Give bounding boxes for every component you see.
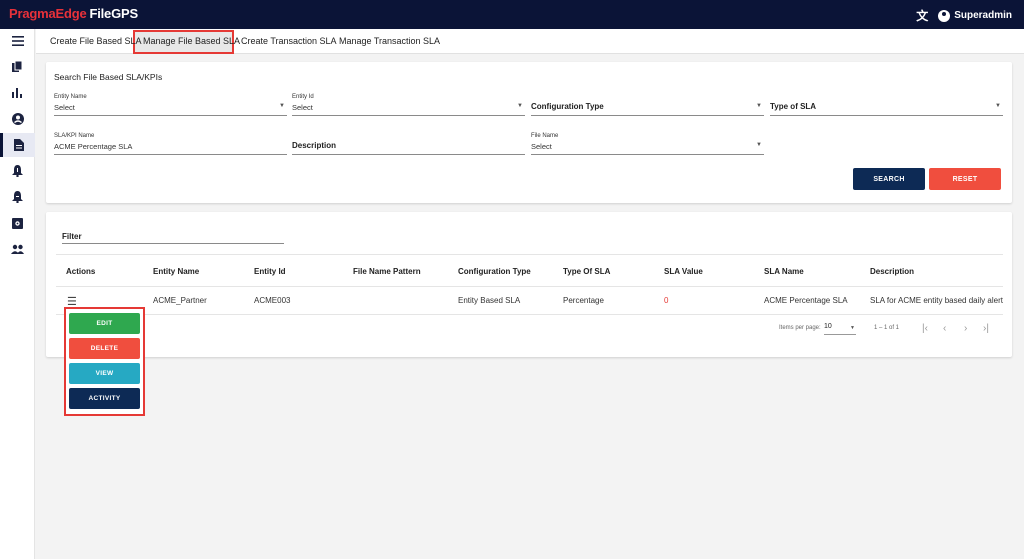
files-icon[interactable]	[0, 55, 35, 79]
translate-icon[interactable]: 文	[916, 7, 928, 24]
table-header: Actions Entity Name Entity Id File Name …	[56, 254, 1003, 287]
entity-name-select[interactable]: Entity Name Select ▼	[54, 94, 287, 116]
top-bar: PragmaEdge FileGPS 文 Superadmin	[0, 0, 1024, 29]
user-name: Superadmin	[954, 10, 1012, 21]
account-circle-icon	[938, 9, 951, 22]
description-placeholder: Description	[292, 141, 337, 150]
search-panel: Search File Based SLA/KPIs Entity Name S…	[46, 62, 1012, 203]
type-of-sla-placeholder: Type of SLA	[770, 102, 817, 111]
column-header[interactable]: SLA Name	[764, 267, 804, 276]
entity-id-label: Entity Id	[292, 94, 314, 100]
chevron-down-icon: ▼	[756, 103, 762, 109]
product-name: FileGPS	[89, 6, 138, 21]
column-header[interactable]: Entity Id	[254, 267, 286, 276]
column-header[interactable]: SLA Value	[664, 267, 703, 276]
items-per-page-select[interactable]: 10 ▼	[824, 323, 856, 335]
cell-sla-name: ACME Percentage SLA	[764, 296, 848, 305]
description-input[interactable]: Description	[292, 133, 525, 155]
entity-id-value: Select	[292, 103, 313, 112]
column-header: Actions	[66, 267, 96, 276]
sla-kpi-name-label: SLA/KPI Name	[54, 133, 95, 139]
search-panel-title: Search File Based SLA/KPIs	[54, 72, 163, 82]
configuration-type-placeholder: Configuration Type	[531, 102, 604, 111]
items-per-page-label: Items per page:	[779, 325, 821, 331]
column-header[interactable]: Type Of SLA	[563, 267, 610, 276]
tab-create-file-based-sla[interactable]: Create File Based SLA	[50, 36, 142, 46]
file-name-select[interactable]: File Name Select ▼	[531, 133, 764, 155]
page-range: 1 – 1 of 1	[874, 325, 900, 331]
menu-icon[interactable]	[0, 29, 35, 53]
file-name-value: Select	[531, 142, 552, 151]
filter-placeholder: Filter	[62, 232, 82, 241]
cell-configuration-type: Entity Based SLA	[458, 296, 521, 305]
top-right-controls: 文 Superadmin	[916, 7, 1012, 24]
brand-name: PragmaEdge	[9, 6, 87, 21]
tab-manage-transaction-sla[interactable]: Manage Transaction SLA	[339, 36, 440, 46]
tab-manage-file-based-sla[interactable]: Manage File Based SLA	[143, 36, 240, 46]
first-page-icon[interactable]: |‹	[922, 323, 928, 334]
search-button[interactable]: SEARCH	[853, 168, 925, 190]
table-row: ☰ ACME_Partner ACME003 Entity Based SLA …	[56, 287, 1003, 315]
filter-input[interactable]: Filter	[62, 227, 284, 244]
column-header[interactable]: Description	[870, 267, 914, 276]
activity-button[interactable]: ACTIVITY	[69, 388, 140, 409]
document-icon[interactable]	[0, 133, 35, 157]
results-panel: Filter Actions Entity Name Entity Id Fil…	[46, 212, 1012, 357]
entity-name-value: Select	[54, 103, 75, 112]
sla-kpi-name-input[interactable]: SLA/KPI Name ACME Percentage SLA	[54, 133, 287, 155]
view-button[interactable]: VIEW	[69, 363, 140, 384]
delete-button[interactable]: DELETE	[69, 338, 140, 359]
notification-bell-icon[interactable]	[0, 185, 35, 209]
brand-logo[interactable]: PragmaEdge FileGPS	[9, 6, 138, 21]
edit-button[interactable]: EDIT	[69, 313, 140, 334]
cell-sla-value: 0	[664, 296, 669, 305]
sidebar	[0, 29, 35, 559]
reset-button[interactable]: RESET	[929, 168, 1001, 190]
chevron-down-icon: ▼	[850, 325, 855, 331]
chevron-down-icon: ▼	[517, 103, 523, 109]
account-icon[interactable]	[0, 107, 35, 131]
cell-entity-id: ACME003	[254, 296, 291, 305]
bar-chart-icon[interactable]	[0, 81, 35, 105]
sla-kpi-name-value: ACME Percentage SLA	[54, 142, 133, 151]
column-header[interactable]: File Name Pattern	[353, 267, 421, 276]
type-of-sla-select[interactable]: Type of SLA ▼	[770, 94, 1003, 116]
last-page-icon[interactable]: ›|	[983, 323, 989, 334]
row-actions-menu: EDIT DELETE VIEW ACTIVITY	[64, 307, 145, 416]
items-per-page-value: 10	[824, 323, 832, 330]
cell-type-of-sla: Percentage	[563, 296, 604, 305]
cell-entity-name: ACME_Partner	[153, 296, 207, 305]
tab-create-transaction-sla[interactable]: Create Transaction SLA	[241, 36, 337, 46]
chevron-down-icon: ▼	[756, 142, 762, 148]
chevron-down-icon: ▼	[995, 103, 1001, 109]
user-menu[interactable]: Superadmin	[938, 9, 1012, 22]
column-header[interactable]: Configuration Type	[458, 267, 531, 276]
cell-description: SLA for ACME entity based daily alert	[870, 296, 1003, 305]
tab-bar: Create File Based SLA Manage File Based …	[36, 29, 1024, 54]
chevron-down-icon: ▼	[279, 103, 285, 109]
entity-id-select[interactable]: Entity Id Select ▼	[292, 94, 525, 116]
settings-box-icon[interactable]	[0, 211, 35, 235]
next-page-icon[interactable]: ›	[964, 323, 967, 334]
file-name-label: File Name	[531, 133, 559, 139]
entity-name-label: Entity Name	[54, 94, 87, 100]
alert-bell-icon[interactable]	[0, 159, 35, 183]
previous-page-icon[interactable]: ‹	[943, 323, 946, 334]
users-group-icon[interactable]	[0, 237, 35, 261]
column-header[interactable]: Entity Name	[153, 267, 199, 276]
configuration-type-select[interactable]: Configuration Type ▼	[531, 94, 764, 116]
